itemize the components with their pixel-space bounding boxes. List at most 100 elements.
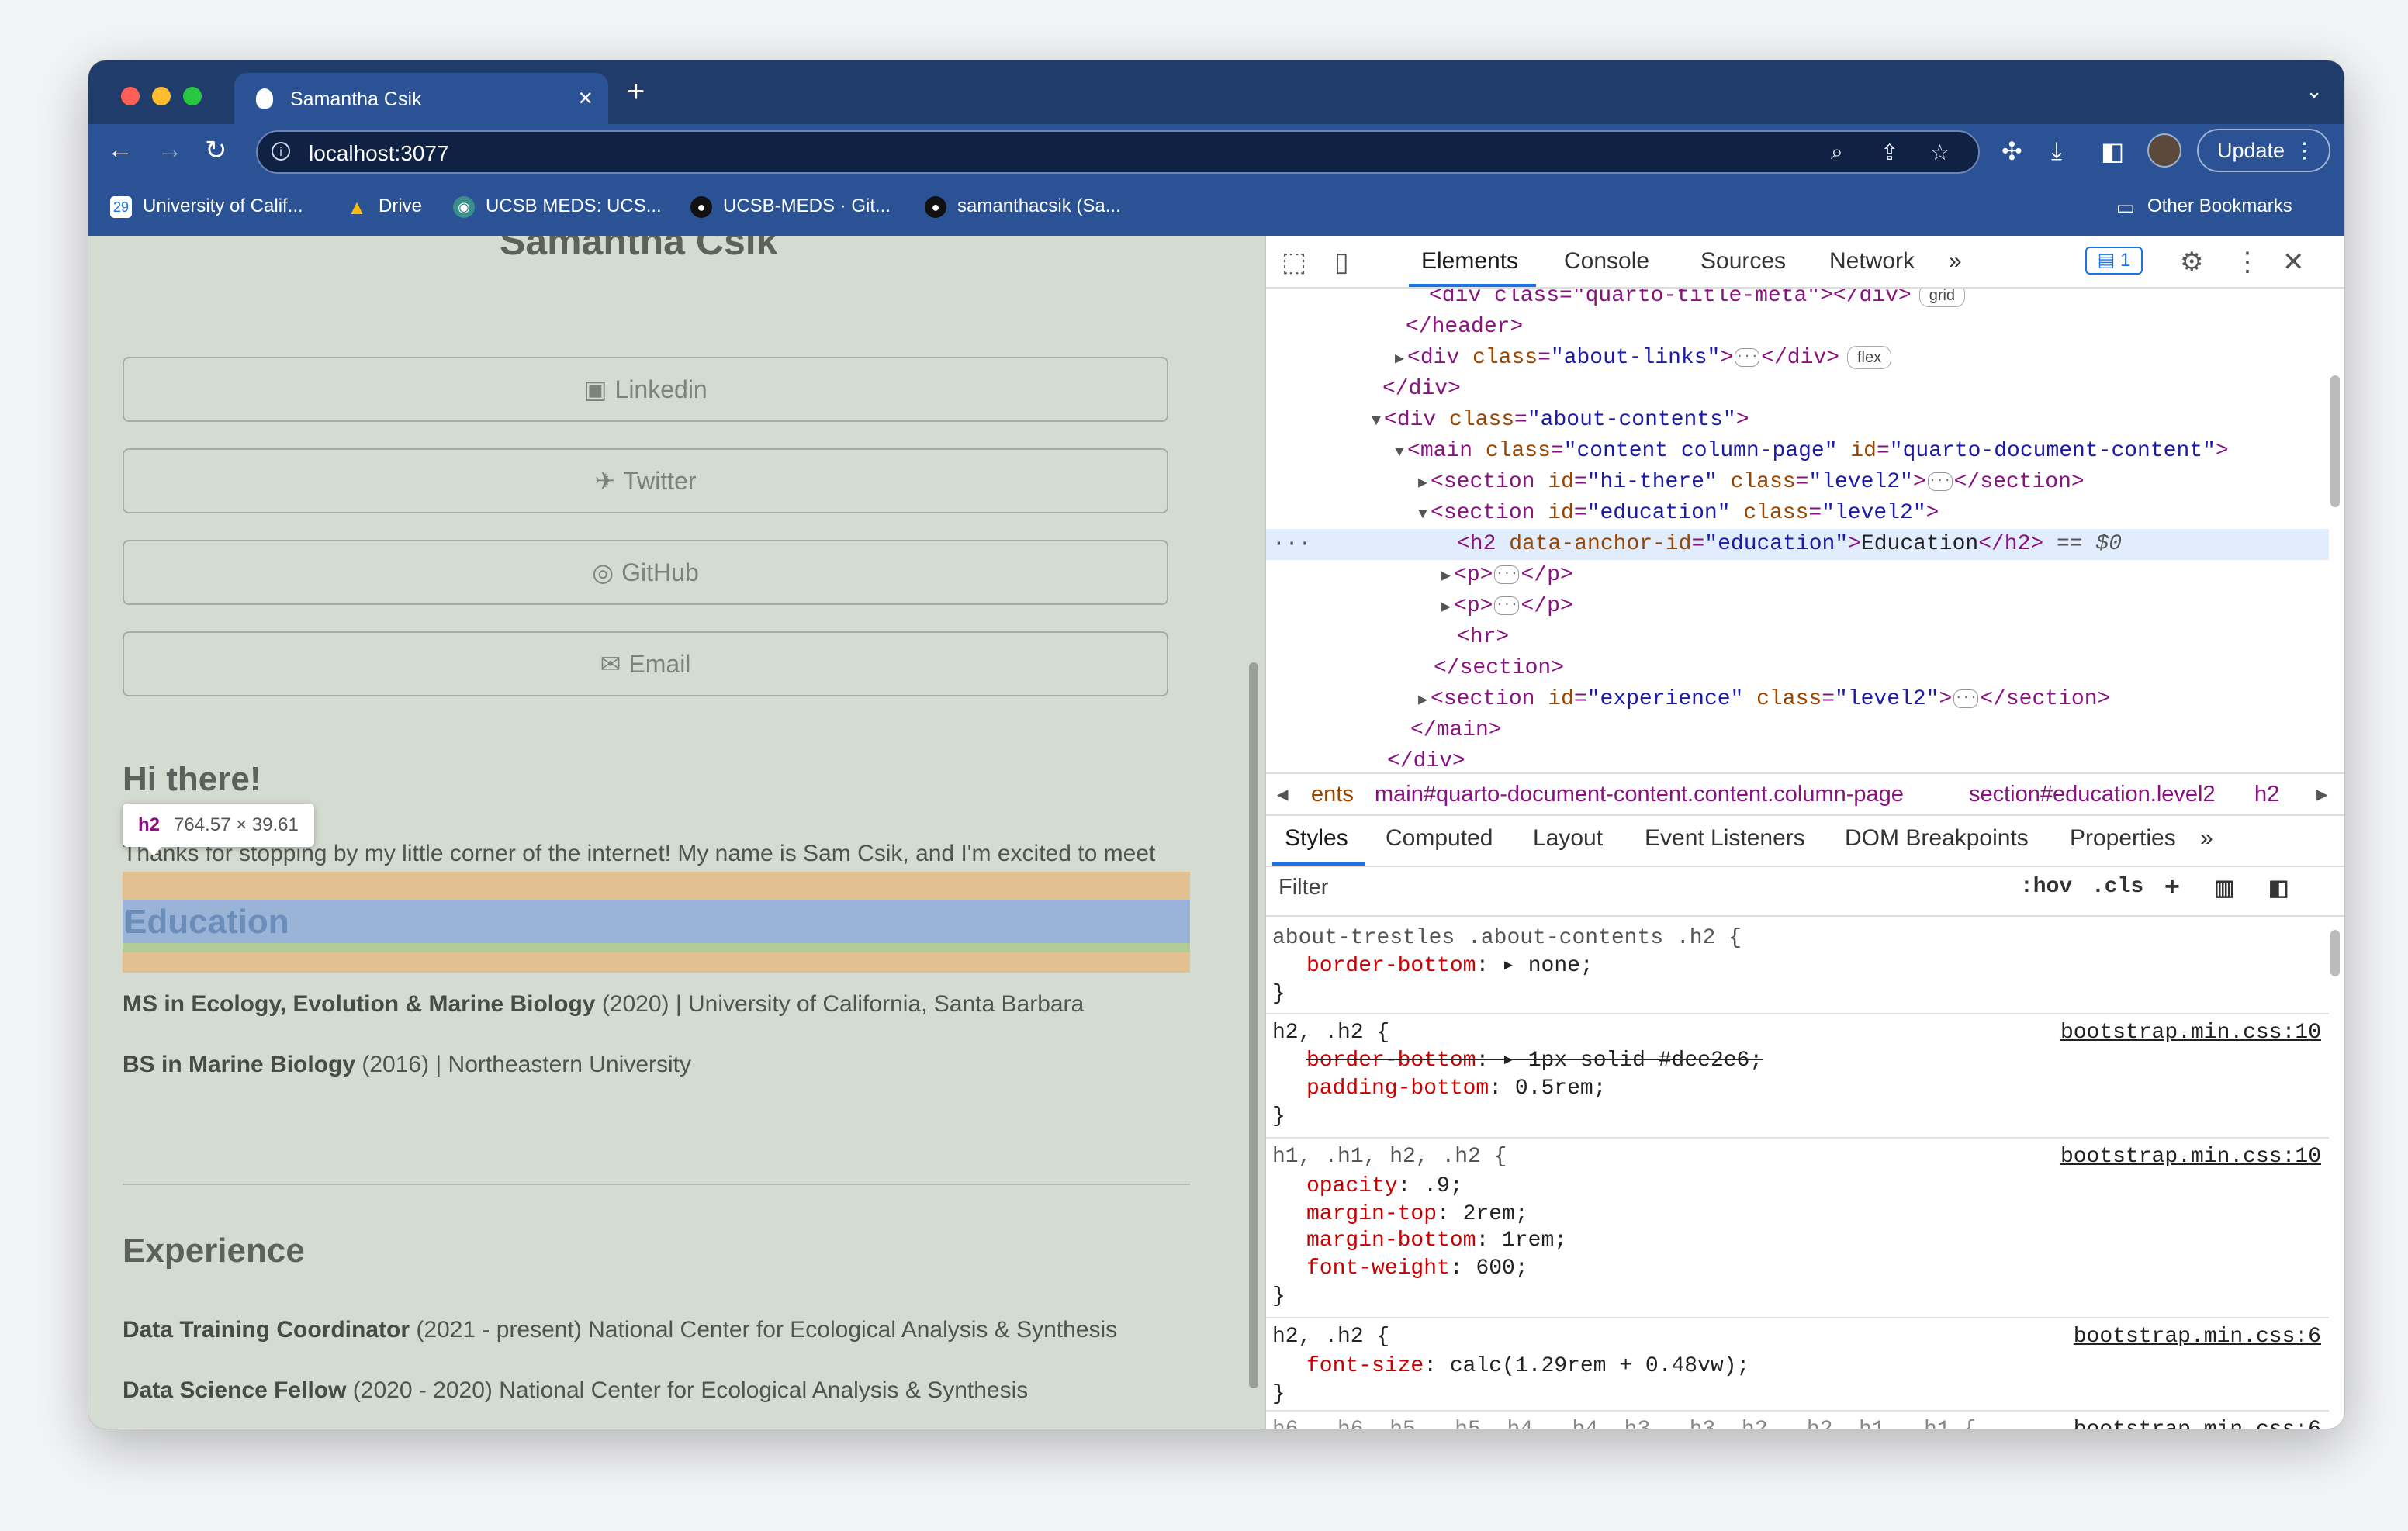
tab-elements[interactable]: Elements <box>1421 248 1518 275</box>
styles-filter-input[interactable]: Filter <box>1278 875 1328 900</box>
expand-triangle-icon[interactable]: ▶ <box>1418 475 1427 492</box>
expand-triangle-icon[interactable]: ▶ <box>1395 351 1404 368</box>
close-devtools-icon[interactable]: ✕ <box>2282 247 2305 278</box>
collapsed-ellipsis[interactable]: ··· <box>1494 596 1520 615</box>
tab-sources[interactable]: Sources <box>1700 248 1786 275</box>
linkedin-button[interactable]: ▣ Linkedin <box>123 357 1168 422</box>
collapse-triangle-icon[interactable]: ▼ <box>1418 506 1427 524</box>
dom-node[interactable]: </div> <box>1266 746 2329 772</box>
other-bookmarks[interactable]: ▭ Other Bookmarks <box>2115 195 2292 218</box>
dom-node[interactable]: ▶ <section id="hi-there" class="level2"> ·… <box>1266 467 2329 498</box>
bookmark-drive[interactable]: ▲ Drive <box>346 195 422 218</box>
collapse-triangle-icon[interactable]: ▼ <box>1395 444 1404 461</box>
twitter-button[interactable]: ✈ Twitter <box>123 448 1168 513</box>
update-button[interactable]: Update ⋮ <box>2197 129 2330 172</box>
tab-close-icon[interactable]: × <box>578 84 593 112</box>
collapsed-ellipsis[interactable]: ··· <box>1735 347 1760 367</box>
subtab-layout[interactable]: Layout <box>1533 825 1603 852</box>
download-icon[interactable]: ⤓ <box>2051 137 2062 166</box>
forward-arrow-icon[interactable]: → <box>157 135 183 165</box>
subtab-properties[interactable]: Properties <box>2070 825 2176 852</box>
issues-badge[interactable]: ▤ 1 <box>2085 247 2143 275</box>
bookmark-star-icon[interactable]: ☆ <box>1930 140 1950 165</box>
more-tabs-icon[interactable]: » <box>1949 248 1962 275</box>
dom-node[interactable]: <hr> <box>1266 622 2329 653</box>
breadcrumb-item[interactable]: h2 <box>2254 774 2279 814</box>
side-panel-icon[interactable]: ◧ <box>2101 137 2124 166</box>
close-window-button[interactable] <box>121 87 140 105</box>
dom-node[interactable]: ▼ <main class="content column-page" id="q… <box>1266 436 2329 467</box>
back-arrow-icon[interactable]: ← <box>107 135 133 165</box>
rule-source-link[interactable]: bootstrap.min.css:6 <box>2074 1323 2321 1351</box>
rule-selector[interactable]: h6, .h6, h5, .h5, h4, .h4, h3, .h3, h2, … <box>1272 1416 1976 1429</box>
paint-brush-icon[interactable]: ▥ <box>2214 875 2234 900</box>
subtab-computed[interactable]: Computed <box>1386 825 1493 852</box>
dom-scrollbar-thumb[interactable] <box>2330 375 2340 507</box>
rule-selector[interactable]: h2, .h2 { <box>1272 1323 1389 1351</box>
new-style-rule-icon[interactable]: + <box>2164 872 2180 902</box>
dom-node[interactable]: ▼ <div class="about-contents"> <box>1266 405 2329 436</box>
style-property[interactable]: border-bottom: ▸ 1px solid #dee2e6; <box>1272 1047 1763 1075</box>
hov-toggle[interactable]: :hov <box>2020 875 2072 899</box>
dom-node[interactable]: <div class="quarto-title-meta"></div> gri… <box>1266 289 2329 312</box>
bookmark-ucsb-meds[interactable]: ◉ UCSB MEDS: UCS... <box>453 195 662 218</box>
breadcrumb-item[interactable]: section#education.level2 <box>1969 774 2216 814</box>
style-property[interactable]: opacity: .9; <box>1272 1173 1463 1201</box>
zoom-magnifier-icon[interactable]: ⌕ <box>1831 140 1843 165</box>
email-button[interactable]: ✉ Email <box>123 631 1168 696</box>
profile-avatar[interactable] <box>2147 133 2181 168</box>
device-toolbar-icon[interactable]: ▯ <box>1334 247 1349 278</box>
dom-node-selected[interactable]: ··· <h2 data-anchor-id="education">Educat… <box>1266 529 2329 560</box>
subtab-dom-breakpoints[interactable]: DOM Breakpoints <box>1845 825 2029 852</box>
subtab-event-listeners[interactable]: Event Listeners <box>1645 825 1805 852</box>
dom-node[interactable]: ▶ <p> ··· </p> <box>1266 560 2329 591</box>
expand-triangle-icon[interactable]: ▶ <box>1441 568 1451 586</box>
tab-search-chevron-icon[interactable]: ⌄ <box>2306 79 2323 103</box>
collapsed-ellipsis[interactable]: ··· <box>1953 689 1979 708</box>
extensions-puzzle-icon[interactable]: ✣ <box>2001 137 2022 166</box>
styles-scrollbar-thumb[interactable] <box>2330 930 2340 976</box>
site-info-icon[interactable]: i <box>272 142 290 161</box>
rule-selector[interactable]: h1, .h1, h2, .h2 { <box>1272 1143 1507 1171</box>
breadcrumb-item[interactable]: main#quarto-document-content.content.col… <box>1375 774 1904 814</box>
share-icon[interactable]: ⇪ <box>1880 140 1898 165</box>
collapsed-ellipsis[interactable]: ··· <box>1494 565 1520 584</box>
rule-selector[interactable]: h2, .h2 { <box>1272 1019 1389 1047</box>
style-property[interactable]: border-bottom: ▸ none; <box>1272 952 1593 980</box>
breadcrumb-right-arrow-icon[interactable]: ▸ <box>2316 774 2328 814</box>
settings-gear-icon[interactable]: ⚙ <box>2180 247 2203 278</box>
style-property[interactable]: margin-top: 2rem; <box>1272 1201 1528 1229</box>
new-tab-button[interactable]: + <box>627 74 645 109</box>
page-scroll-thumb[interactable] <box>1249 662 1258 1388</box>
browser-tab[interactable]: Samantha Csik × <box>234 73 608 124</box>
breadcrumb-left-arrow-icon[interactable]: ◂ <box>1277 774 1289 814</box>
page-scrollbar[interactable] <box>1243 236 1265 1429</box>
rule-source-link[interactable]: bootstrap.min.css:10 <box>2060 1143 2321 1171</box>
collapse-triangle-icon[interactable]: ▼ <box>1372 413 1381 430</box>
dom-node[interactable]: ▶ <div class="about-links"> ··· </div> flex <box>1266 343 2329 374</box>
devtools-menu-icon[interactable]: ⋮ <box>2234 247 2261 278</box>
collapsed-ellipsis[interactable]: ··· <box>1927 472 1953 491</box>
rule-source-link[interactable]: bootstrap.min.css:6 <box>2074 1416 2321 1429</box>
dom-node[interactable]: </section> <box>1266 653 2329 684</box>
dom-node[interactable]: </main> <box>1266 715 2329 746</box>
rule-source-link[interactable]: bootstrap.min.css:10 <box>2060 1019 2321 1047</box>
bookmark-ucsb-meds-github[interactable]: ● UCSB-MEDS · Git... <box>690 195 891 218</box>
minimize-window-button[interactable] <box>152 87 171 105</box>
more-subtabs-icon[interactable]: » <box>2200 825 2213 852</box>
expand-triangle-icon[interactable]: ▶ <box>1418 692 1427 710</box>
breadcrumb-item[interactable]: ents <box>1311 774 1354 814</box>
style-property[interactable]: font-weight: 600; <box>1272 1255 1528 1283</box>
flex-pill[interactable]: flex <box>1847 345 1892 369</box>
rule-selector[interactable]: about-trestles .about-contents .h2 { <box>1272 924 1742 952</box>
address-bar[interactable]: i localhost:3077 ⌕ ⇪ ☆ <box>256 130 1980 174</box>
zoom-window-button[interactable] <box>183 87 202 105</box>
style-property[interactable]: padding-bottom: 0.5rem; <box>1272 1075 1606 1103</box>
dom-node[interactable]: </div> <box>1266 374 2329 405</box>
reload-icon[interactable]: ↻ <box>205 135 227 166</box>
style-property[interactable]: margin-bottom: 1rem; <box>1272 1227 1567 1255</box>
dom-node[interactable]: ▶ <section id="experience" class="level2"… <box>1266 684 2329 715</box>
tab-console[interactable]: Console <box>1564 248 1649 275</box>
style-property[interactable]: font-size: calc(1.29rem + 0.48vw); <box>1272 1353 1749 1381</box>
tab-network[interactable]: Network <box>1829 248 1915 275</box>
